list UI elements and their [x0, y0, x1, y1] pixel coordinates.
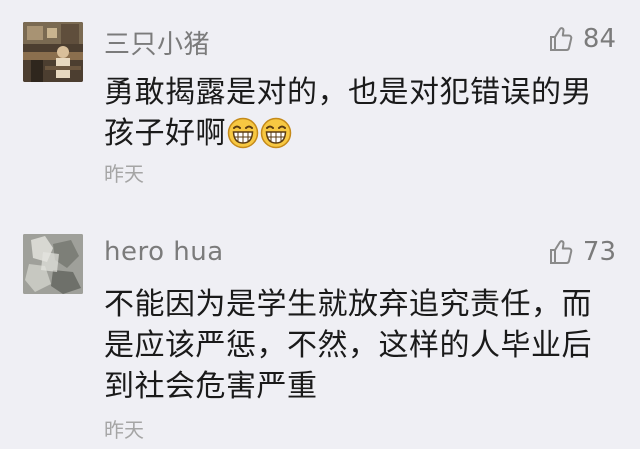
comment-time: 昨天: [104, 418, 144, 442]
comment-body: 不能因为是学生就放弃追究责任，而是应该严惩，不然，这样的人毕业后到社会危害严重: [104, 287, 592, 404]
avatar[interactable]: [23, 22, 83, 82]
comment-list: 三只小猪 84 勇敢揭露是对的，也是对犯错误的男孩子好啊 昨天 hero hua…: [0, 0, 640, 449]
grinning-face-icon: [260, 117, 292, 149]
like-count: 73: [582, 237, 616, 267]
like-button[interactable]: 84: [549, 24, 616, 54]
comment-body: 勇敢揭露是对的，也是对犯错误的男孩子好啊: [104, 72, 614, 154]
like-button[interactable]: 73: [549, 237, 616, 267]
comment-item: hero hua 73 不能因为是学生就放弃追究责任，而是应该严惩，不然，这样的…: [0, 220, 640, 449]
comment-item: 三只小猪 84 勇敢揭露是对的，也是对犯错误的男孩子好啊 昨天: [0, 0, 640, 205]
username[interactable]: hero hua: [104, 237, 224, 267]
comment-text: 勇敢揭露是对的，也是对犯错误的男孩子好啊: [104, 75, 592, 151]
thumbs-up-icon: [549, 27, 573, 51]
username[interactable]: 三只小猪: [104, 24, 210, 61]
avatar-image: [23, 234, 83, 294]
avatar-image: [23, 22, 83, 82]
like-count: 84: [582, 24, 616, 54]
comment-time: 昨天: [104, 162, 144, 186]
thumbs-up-icon: [549, 240, 573, 264]
avatar[interactable]: [23, 234, 83, 294]
grinning-face-icon: [227, 117, 259, 149]
